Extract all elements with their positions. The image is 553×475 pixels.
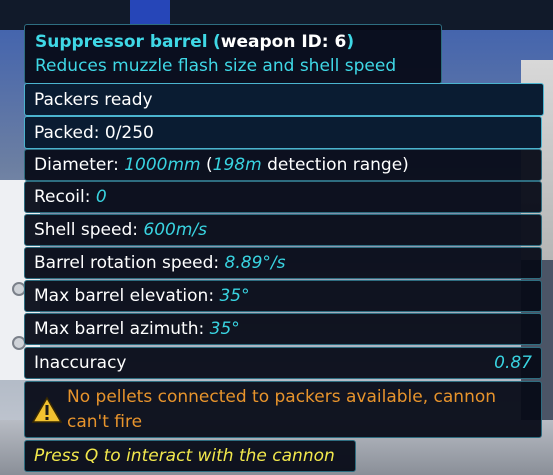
recoil-label: Recoil: <box>34 187 91 207</box>
shell-speed-value: 600m/s <box>143 220 207 240</box>
warning-text: No pellets connected to packers availabl… <box>67 385 496 435</box>
item-id-close: ) <box>346 32 355 52</box>
azimuth-label: Max barrel azimuth: <box>34 319 205 339</box>
interact-prompt: Press Q to interact with the cannon <box>24 440 356 472</box>
tooltip-header: Suppressor barrel (weapon ID: 6) Reduces… <box>24 24 442 84</box>
elevation-label: Max barrel elevation: <box>34 286 215 306</box>
inaccuracy-row: Inaccuracy 0.87 <box>24 347 542 379</box>
detection-label: detection range) <box>267 155 409 175</box>
item-description: Reduces muzzle flash size and shell spee… <box>35 56 397 76</box>
shell-speed-row: Shell speed: 600m/s <box>24 214 542 246</box>
rotation-label: Barrel rotation speed: <box>34 253 220 273</box>
warning-triangle-icon <box>31 396 63 423</box>
item-id: weapon ID: 6 <box>220 32 347 52</box>
inaccuracy-value: 0.87 <box>494 353 532 373</box>
packers-status: Packers ready <box>34 89 153 110</box>
shell-speed-label: Shell speed: <box>34 220 138 240</box>
detection-open: ( <box>206 155 213 175</box>
diameter-value: 1000mm <box>124 155 201 175</box>
diameter-row: Diameter: 1000mm (198m detection range) <box>24 149 542 181</box>
recoil-row: Recoil: 0 <box>24 181 542 213</box>
packed-label: Packed: <box>34 122 100 143</box>
warning-row: No pellets connected to packers availabl… <box>24 381 542 438</box>
diameter-label: Diameter: <box>34 155 119 175</box>
item-name: Suppressor barrel <box>35 32 208 52</box>
item-title-line: Suppressor barrel (weapon ID: 6) <box>35 30 431 54</box>
warning-line-1: No pellets connected to packers availabl… <box>67 386 497 407</box>
detection-value: 198m <box>212 155 262 175</box>
packed-row: Packed: 0/250 <box>24 116 542 149</box>
elevation-row: Max barrel elevation: 35° <box>24 280 542 312</box>
elevation-value: 35° <box>219 286 250 306</box>
packed-value: 0/250 <box>104 122 154 143</box>
rotation-row: Barrel rotation speed: 8.89°/s <box>24 247 542 279</box>
azimuth-row: Max barrel azimuth: 35° <box>24 313 542 345</box>
packers-status-row: Packers ready <box>24 83 544 116</box>
warning-line-2: can't fire <box>67 411 143 432</box>
item-id-open: ( <box>213 32 221 52</box>
recoil-value: 0 <box>95 187 107 207</box>
interact-prompt-text: Press Q to interact with the cannon <box>34 446 335 466</box>
azimuth-value: 35° <box>209 319 240 339</box>
inaccuracy-label: Inaccuracy <box>34 353 127 373</box>
rotation-value: 8.89°/s <box>224 253 286 273</box>
